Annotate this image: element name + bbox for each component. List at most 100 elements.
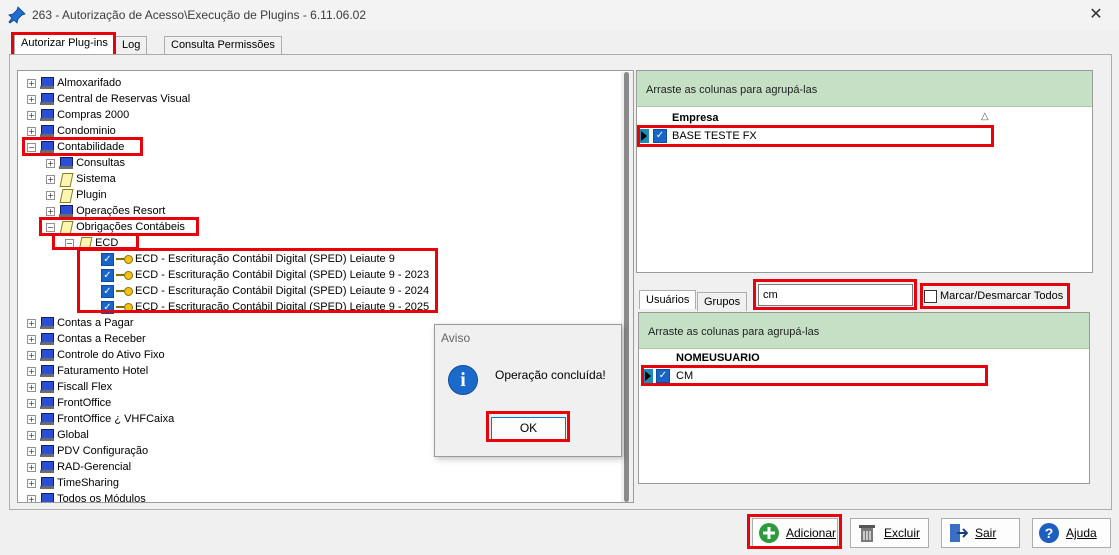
tab-grupos[interactable]: Grupos <box>697 292 748 311</box>
expand-icon[interactable]: + <box>46 206 55 216</box>
tree-item[interactable]: + Contas a Receber <box>27 331 146 347</box>
tree-item-plugin[interactable]: ✓ ECD - Escrituração Contábil Digital (S… <box>101 267 429 283</box>
collapse-icon[interactable]: − <box>65 238 74 248</box>
adicionar-button[interactable]: Adicionar <box>752 518 838 548</box>
tree-item[interactable]: + Consultas <box>46 155 125 171</box>
tree-item[interactable]: + Faturamento Hotel <box>27 363 148 379</box>
computer-icon <box>40 92 54 106</box>
expand-icon[interactable]: + <box>27 350 36 360</box>
tree-item[interactable]: + Compras 2000 <box>27 107 129 123</box>
expand-icon[interactable]: + <box>27 94 36 104</box>
collapse-icon[interactable]: − <box>27 142 36 152</box>
collapse-icon[interactable]: − <box>46 222 55 232</box>
tab-autorizar-plugins[interactable]: Autorizar Plug-ins <box>14 34 115 55</box>
expand-icon[interactable]: + <box>27 366 36 376</box>
scrollbar-thumb[interactable] <box>624 72 629 502</box>
column-header-nomeusuario[interactable]: NOMEUSUARIO <box>676 352 760 364</box>
select-all-label: Marcar/Desmarcar Todos <box>940 290 1064 302</box>
expand-icon[interactable]: + <box>46 190 55 200</box>
expand-icon[interactable]: + <box>46 158 55 168</box>
expand-icon[interactable]: + <box>27 318 36 328</box>
expand-icon[interactable]: + <box>27 478 36 488</box>
tree-item[interactable]: + Condominio <box>27 123 116 139</box>
tree-item-label: FrontOffice ¿ VHFCaixa <box>57 413 175 425</box>
expand-icon[interactable]: + <box>27 398 36 408</box>
key-icon <box>116 286 133 296</box>
tree-item-obrigacoes-contabeis[interactable]: − Obrigações Contábeis <box>46 219 185 235</box>
expand-icon[interactable]: + <box>27 430 36 440</box>
expand-icon[interactable]: + <box>27 110 36 120</box>
tree-item-ecd[interactable]: − ECD <box>65 235 118 251</box>
expand-icon[interactable]: + <box>27 414 36 424</box>
tree-item-label: Central de Reservas Visual <box>57 93 191 105</box>
tree-item-contabilidade[interactable]: − Contabilidade <box>27 139 124 155</box>
checkbox-checked-icon[interactable]: ✓ <box>101 268 114 282</box>
tree-item[interactable]: + PDV Configuração <box>27 443 148 459</box>
tree-item[interactable]: + Contas a Pagar <box>27 315 134 331</box>
tree-item[interactable]: + Sistema <box>46 171 116 187</box>
tree-scrollbar[interactable] <box>621 72 633 502</box>
user-search-input[interactable]: cm <box>758 284 913 306</box>
tree-item[interactable]: + Operações Resort <box>46 203 165 219</box>
tree-item-label: TimeSharing <box>57 477 120 489</box>
expand-icon[interactable]: + <box>27 334 36 344</box>
dialog-title: Aviso <box>441 331 471 345</box>
dialog-message: Operação concluída! <box>495 368 606 382</box>
group-panel-hint: Arraste as colunas para agrupá-las <box>639 313 1089 349</box>
tree-item-label: RAD-Gerencial <box>57 461 132 473</box>
tree-item[interactable]: + FrontOffice <box>27 395 111 411</box>
tab-log[interactable]: Log <box>115 36 148 54</box>
expand-icon[interactable]: + <box>27 446 36 456</box>
sort-ascending-icon[interactable]: △ <box>981 111 989 122</box>
ok-button[interactable]: OK <box>491 417 566 440</box>
row-checkbox-checked-icon[interactable]: ✓ <box>653 129 667 143</box>
tree-item-label: ECD - Escrituração Contábil Digital (SPE… <box>135 285 430 297</box>
ajuda-button[interactable]: ? Ajuda <box>1032 518 1111 548</box>
select-all-checkbox[interactable] <box>924 290 937 303</box>
tree-item[interactable]: + Controle do Ativo Fixo <box>27 347 165 363</box>
checkbox-checked-icon[interactable]: ✓ <box>101 252 114 266</box>
computer-icon <box>40 396 54 410</box>
computer-icon <box>40 124 54 138</box>
grid-cell-empresa[interactable]: BASE TESTE FX <box>672 130 757 142</box>
tree-item[interactable]: + FrontOffice ¿ VHFCaixa <box>27 411 174 427</box>
tree-item-label: FrontOffice <box>57 397 112 409</box>
tree-item[interactable]: + Todos os Módulos <box>27 491 146 502</box>
tree-item-plugin[interactable]: ✓ ECD - Escrituração Contábil Digital (S… <box>101 251 395 267</box>
checkbox-checked-icon[interactable]: ✓ <box>101 284 114 298</box>
column-header-empresa[interactable]: Empresa <box>672 112 718 124</box>
empresa-grid[interactable]: Arraste as colunas para agrupá-las Empre… <box>636 70 1093 273</box>
expand-icon[interactable]: + <box>27 78 36 88</box>
tree-item[interactable]: + Plugin <box>46 187 107 203</box>
tree-item-label: Operações Resort <box>76 205 166 217</box>
tree-item[interactable]: + Central de Reservas Visual <box>27 91 190 107</box>
expand-icon[interactable]: + <box>27 494 36 502</box>
usuarios-grid[interactable]: Arraste as colunas para agrupá-las NOMEU… <box>638 312 1090 484</box>
tree-item[interactable]: + TimeSharing <box>27 475 119 491</box>
tree-item-plugin[interactable]: ✓ ECD - Escrituração Contábil Digital (S… <box>101 283 429 299</box>
computer-icon <box>40 492 54 502</box>
expand-icon[interactable]: + <box>27 382 36 392</box>
row-checkbox-checked-icon[interactable]: ✓ <box>656 369 670 383</box>
expand-icon[interactable]: + <box>46 174 55 184</box>
tab-usuarios[interactable]: Usuários <box>639 290 697 309</box>
tab-consulta-permissoes[interactable]: Consulta Permissões <box>164 36 282 54</box>
grid-cell-nomeusuario[interactable]: CM <box>676 370 693 382</box>
group-panel-hint: Arraste as colunas para agrupá-las <box>637 71 1092 107</box>
excluir-button[interactable]: Excluir <box>850 518 929 548</box>
tree-item-label: Contas a Pagar <box>57 317 134 329</box>
sair-button[interactable]: Sair <box>941 518 1020 548</box>
expand-icon[interactable]: + <box>27 462 36 472</box>
close-icon[interactable]: ✕ <box>1086 5 1106 25</box>
tree-item-label: PDV Configuração <box>57 445 149 457</box>
tree-item[interactable]: + Global <box>27 427 89 443</box>
tree-item[interactable]: + Fiscall Flex <box>27 379 112 395</box>
tree-item-label: Compras 2000 <box>57 109 130 121</box>
expand-icon[interactable]: + <box>27 126 36 136</box>
tree-item[interactable]: + Almoxarifado <box>27 75 121 91</box>
computer-icon <box>40 364 54 378</box>
tree-item-label: Contabilidade <box>57 141 125 153</box>
tree-item[interactable]: + RAD-Gerencial <box>27 459 131 475</box>
checkbox-checked-icon[interactable]: ✓ <box>101 300 114 314</box>
tree-item-plugin[interactable]: ✓ ECD - Escrituração Contábil Digital (S… <box>101 299 429 315</box>
